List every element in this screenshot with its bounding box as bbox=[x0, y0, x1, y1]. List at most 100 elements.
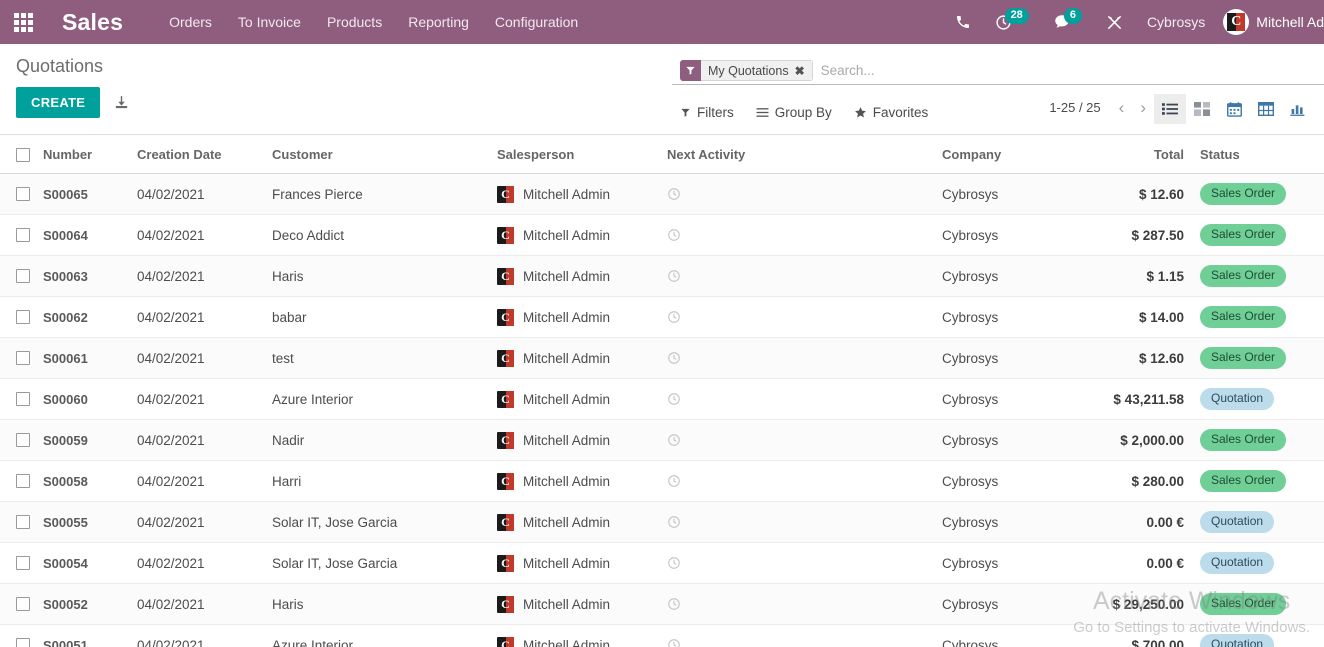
cell-number[interactable]: S00065 bbox=[43, 173, 137, 215]
row-checkbox[interactable] bbox=[16, 433, 30, 447]
graph-view-button[interactable] bbox=[1282, 94, 1314, 124]
messages-button[interactable]: 6 bbox=[1041, 0, 1094, 44]
menu-item-orders[interactable]: Orders bbox=[169, 14, 212, 30]
row-checkbox[interactable] bbox=[16, 556, 30, 570]
table-row[interactable]: S00055 04/02/2021 Solar IT, Jose Garcia C Mi… bbox=[0, 501, 1324, 543]
cell-next-activity[interactable] bbox=[667, 296, 942, 338]
cell-customer: Harri bbox=[272, 460, 497, 502]
table-row[interactable]: S00065 04/02/2021 Frances Pierce C Mitchell … bbox=[0, 173, 1324, 215]
cell-number[interactable]: S00063 bbox=[43, 255, 137, 297]
row-checkbox[interactable] bbox=[16, 392, 30, 406]
user-menu[interactable]: C Mitchell Ad bbox=[1217, 9, 1324, 35]
menu-item-to-invoice[interactable]: To Invoice bbox=[238, 14, 301, 30]
messages-count-badge: 6 bbox=[1063, 7, 1082, 25]
table-row[interactable]: S00062 04/02/2021 babar C Mitchell Admin Cybr… bbox=[0, 296, 1324, 338]
column-header-number[interactable]: Number bbox=[43, 135, 137, 174]
table-header-row: Number Creation Date Customer Salesperso… bbox=[0, 135, 1324, 174]
salesperson-name: Mitchell Admin bbox=[523, 514, 611, 530]
create-button[interactable]: CREATE bbox=[16, 87, 101, 118]
cell-number[interactable]: S00052 bbox=[43, 583, 137, 625]
cell-next-activity[interactable] bbox=[667, 255, 942, 297]
menu-item-configuration[interactable]: Configuration bbox=[495, 14, 578, 30]
search-facet-my-quotations[interactable]: My Quotations ✖ bbox=[680, 60, 813, 81]
pivot-view-button[interactable] bbox=[1250, 94, 1282, 124]
table-row[interactable]: S00051 04/02/2021 Azure Interior C Mitchell … bbox=[0, 624, 1324, 647]
table-row[interactable]: S00064 04/02/2021 Deco Addict C Mitchell Adm… bbox=[0, 214, 1324, 256]
table-row[interactable]: S00061 04/02/2021 test C Mitchell Admin Cybro… bbox=[0, 337, 1324, 379]
apps-menu-button[interactable] bbox=[0, 0, 46, 44]
cell-next-activity[interactable] bbox=[667, 501, 942, 543]
phone-call-button[interactable] bbox=[943, 0, 983, 44]
company-switcher[interactable]: Cybrosys bbox=[1135, 14, 1217, 30]
table-row[interactable]: S00060 04/02/2021 Azure Interior C Mitchell … bbox=[0, 378, 1324, 420]
column-header-total[interactable]: Total bbox=[1094, 135, 1184, 174]
cell-next-activity[interactable] bbox=[667, 542, 942, 584]
column-header-company[interactable]: Company bbox=[942, 135, 1094, 174]
list-view-table-container: Number Creation Date Customer Salesperso… bbox=[0, 135, 1324, 647]
table-row[interactable]: S00059 04/02/2021 Nadir C Mitchell Admin Cybr… bbox=[0, 419, 1324, 461]
cell-number[interactable]: S00058 bbox=[43, 460, 137, 502]
column-header-salesperson[interactable]: Salesperson bbox=[497, 135, 667, 174]
cell-customer: Nadir bbox=[272, 419, 497, 461]
cell-next-activity[interactable] bbox=[667, 378, 942, 420]
column-header-next-activity[interactable]: Next Activity bbox=[667, 135, 942, 174]
cell-next-activity[interactable] bbox=[667, 419, 942, 461]
table-row[interactable]: S00052 04/02/2021 Haris C Mitchell Admin Cybr… bbox=[0, 583, 1324, 625]
close-x-icon[interactable]: ✖ bbox=[795, 64, 805, 78]
cell-number[interactable]: S00051 bbox=[43, 624, 137, 647]
column-header-creation-date[interactable]: Creation Date bbox=[137, 135, 272, 174]
cell-next-activity[interactable] bbox=[667, 337, 942, 379]
cell-number[interactable]: S00055 bbox=[43, 501, 137, 543]
menu-item-reporting[interactable]: Reporting bbox=[408, 14, 469, 30]
cell-number[interactable]: S00062 bbox=[43, 296, 137, 338]
calendar-view-button[interactable] bbox=[1218, 94, 1250, 124]
cell-next-activity[interactable] bbox=[667, 214, 942, 256]
table-row[interactable]: S00054 04/02/2021 Solar IT, Jose Garcia C Mi… bbox=[0, 542, 1324, 584]
cell-next-activity[interactable] bbox=[667, 624, 942, 647]
activities-button[interactable]: 28 bbox=[983, 0, 1041, 44]
row-checkbox[interactable] bbox=[16, 638, 30, 647]
column-header-status[interactable]: Status bbox=[1184, 135, 1324, 174]
table-row[interactable]: S00058 04/02/2021 Harri C Mitchell Admin Cybr… bbox=[0, 460, 1324, 502]
cell-number[interactable]: S00061 bbox=[43, 337, 137, 379]
list-view-button[interactable] bbox=[1154, 94, 1186, 124]
menu-item-products[interactable]: Products bbox=[327, 14, 382, 30]
row-checkbox[interactable] bbox=[16, 187, 30, 201]
filters-dropdown[interactable]: Filters bbox=[680, 105, 734, 120]
row-checkbox[interactable] bbox=[16, 228, 30, 242]
table-row[interactable]: S00063 04/02/2021 Haris C Mitchell Admin Cybr… bbox=[0, 255, 1324, 297]
row-checkbox[interactable] bbox=[16, 310, 30, 324]
cell-customer: Solar IT, Jose Garcia bbox=[272, 501, 497, 543]
debug-tools-button[interactable] bbox=[1094, 0, 1135, 44]
cell-number[interactable]: S00064 bbox=[43, 214, 137, 256]
import-records-button[interactable] bbox=[110, 91, 133, 114]
pager-previous-button[interactable]: ‹ bbox=[1113, 99, 1131, 116]
kanban-view-button[interactable] bbox=[1186, 94, 1218, 124]
search-view[interactable]: My Quotations ✖ bbox=[672, 57, 1324, 85]
cell-customer: test bbox=[272, 337, 497, 379]
groupby-dropdown[interactable]: Group By bbox=[756, 105, 832, 120]
view-switcher bbox=[1154, 94, 1314, 124]
search-input[interactable] bbox=[812, 63, 1324, 78]
cell-number[interactable]: S00059 bbox=[43, 419, 137, 461]
cell-next-activity[interactable] bbox=[667, 583, 942, 625]
cell-number[interactable]: S00060 bbox=[43, 378, 137, 420]
cell-next-activity[interactable] bbox=[667, 173, 942, 215]
app-brand-title[interactable]: Sales bbox=[62, 9, 123, 36]
salesperson-avatar: C bbox=[497, 226, 514, 244]
pager-next-button[interactable]: › bbox=[1134, 99, 1152, 116]
row-checkbox[interactable] bbox=[16, 474, 30, 488]
favorites-dropdown[interactable]: Favorites bbox=[854, 105, 928, 120]
cell-next-activity[interactable] bbox=[667, 460, 942, 502]
salesperson-name: Mitchell Admin bbox=[523, 350, 611, 366]
row-checkbox[interactable] bbox=[16, 515, 30, 529]
row-checkbox[interactable] bbox=[16, 597, 30, 611]
cell-total: $ 43,211.58 bbox=[1094, 378, 1184, 420]
row-checkbox[interactable] bbox=[16, 269, 30, 283]
cell-number[interactable]: S00054 bbox=[43, 542, 137, 584]
row-checkbox[interactable] bbox=[16, 351, 30, 365]
cell-salesperson: C Mitchell Admin bbox=[497, 624, 667, 647]
cell-customer: Frances Pierce bbox=[272, 173, 497, 215]
select-all-checkbox[interactable] bbox=[16, 147, 30, 162]
column-header-customer[interactable]: Customer bbox=[272, 135, 497, 174]
